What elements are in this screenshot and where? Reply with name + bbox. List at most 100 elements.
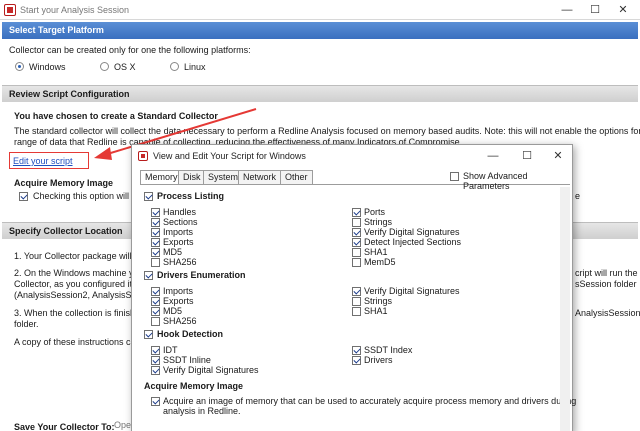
- redline-dialog-icon: [138, 151, 148, 161]
- step1-text: 1. Your Collector package will b: [14, 251, 140, 261]
- cb-driver-md5[interactable]: [151, 307, 160, 316]
- cb-ssdt-inline[interactable]: [151, 356, 160, 365]
- cb-sections-label: Sections: [163, 217, 198, 227]
- cb-detect-injected-label: Detect Injected Sections: [364, 237, 462, 247]
- cb-strings-label: Strings: [364, 217, 393, 227]
- cb-driver-exports-label: Exports: [163, 296, 194, 306]
- cb-driver-exports[interactable]: [151, 297, 160, 306]
- cb-sha1-label: SHA1: [364, 247, 388, 257]
- dialog-titlebar: View and Edit Your Script for Windows — …: [132, 145, 572, 167]
- process-listing-label: Process Listing: [157, 191, 225, 201]
- cb-exports-label: Exports: [163, 237, 194, 247]
- dialog-acquire-memory-text2: analysis in Redline.: [163, 406, 241, 416]
- hook-detection-label: Hook Detection: [157, 329, 224, 339]
- dialog-scrollbar[interactable]: [560, 187, 570, 431]
- cb-verify-signatures[interactable]: [352, 228, 361, 237]
- cb-sections[interactable]: [151, 218, 160, 227]
- cb-ports-label: Ports: [364, 207, 386, 217]
- acquire-memory-text: Checking this option will ac: [33, 191, 142, 201]
- cb-imports-label: Imports: [163, 227, 194, 237]
- close-button[interactable]: ✕: [612, 2, 634, 18]
- instructions-copy-text: A copy of these instructions ca: [14, 337, 136, 347]
- cb-ssdt-index-label: SSDT Index: [364, 345, 413, 355]
- cb-sha256[interactable]: [151, 258, 160, 267]
- cb-memd5[interactable]: [352, 258, 361, 267]
- radio-windows[interactable]: [15, 62, 24, 71]
- cb-driver-sha256-label: SHA256: [163, 316, 197, 326]
- cb-drivers[interactable]: [352, 356, 361, 365]
- cb-driver-sha1-label: SHA1: [364, 306, 388, 316]
- dialog-acquire-memory-title: Acquire Memory Image: [144, 381, 244, 391]
- dialog-minimize-button[interactable]: —: [482, 148, 504, 164]
- dialog-close-button[interactable]: ✕: [547, 148, 569, 164]
- cb-driver-sha256[interactable]: [151, 317, 160, 326]
- cb-handles[interactable]: [151, 208, 160, 217]
- cb-idt-label: IDT: [163, 345, 178, 355]
- tab-disk[interactable]: Disk: [178, 170, 206, 184]
- cb-exports[interactable]: [151, 238, 160, 247]
- cb-md5-label: MD5: [163, 247, 183, 257]
- cb-ports[interactable]: [352, 208, 361, 217]
- cb-driver-sha1[interactable]: [352, 307, 361, 316]
- cb-driver-md5-label: MD5: [163, 306, 183, 316]
- cb-hook-verify-signatures[interactable]: [151, 366, 160, 375]
- cb-verify-signatures-label: Verify Digital Signatures: [364, 227, 460, 237]
- step3-line2: folder.: [14, 319, 39, 329]
- cb-driver-strings-label: Strings: [364, 296, 393, 306]
- radio-linux-label: Linux: [184, 62, 206, 72]
- tab-system[interactable]: System: [203, 170, 244, 184]
- maximize-button[interactable]: ☐: [584, 2, 606, 18]
- dialog-title: View and Edit Your Script for Windows: [153, 151, 306, 161]
- cb-driver-verify-signatures-label: Verify Digital Signatures: [364, 286, 460, 296]
- dialog-acquire-memory-checkbox[interactable]: [151, 397, 160, 406]
- cb-driver-imports-label: Imports: [163, 286, 194, 296]
- cb-imports[interactable]: [151, 228, 160, 237]
- cb-detect-injected[interactable]: [352, 238, 361, 247]
- radio-osx[interactable]: [100, 62, 109, 71]
- cb-driver-imports[interactable]: [151, 287, 160, 296]
- platform-description: Collector can be created only for one th…: [9, 45, 251, 55]
- radio-osx-label: OS X: [114, 62, 136, 72]
- cb-sha1[interactable]: [352, 248, 361, 257]
- step2-line3: (AnalysisSession2, AnalysisSessi: [14, 290, 148, 300]
- dialog-maximize-button[interactable]: ☐: [516, 148, 538, 164]
- acquire-memory-title: Acquire Memory Image: [14, 178, 114, 188]
- cb-memd5-label: MemD5: [364, 257, 396, 267]
- cb-md5[interactable]: [151, 248, 160, 257]
- tab-network[interactable]: Network: [238, 170, 282, 184]
- acquire-memory-text-tail: e: [575, 191, 581, 201]
- tab-other[interactable]: Other: [280, 170, 313, 184]
- cb-strings[interactable]: [352, 218, 361, 227]
- step2-right2: sSession folder: [575, 279, 637, 289]
- step2-line1: 2. On the Windows machine yo: [14, 268, 139, 278]
- acquire-memory-checkbox[interactable]: [19, 192, 28, 201]
- process-listing-checkbox[interactable]: [144, 192, 153, 201]
- cb-ssdt-index[interactable]: [352, 346, 361, 355]
- show-advanced-label: Show Advanced Parameters: [463, 171, 528, 191]
- step2-line2: Collector, as you configured it: [14, 279, 133, 289]
- show-advanced-checkbox[interactable]: [450, 172, 459, 181]
- minimize-button[interactable]: —: [556, 2, 578, 18]
- step3-right: AnalysisSession: [575, 308, 640, 318]
- tab-memory[interactable]: Memory: [140, 170, 183, 185]
- radio-windows-label: Windows: [29, 62, 66, 72]
- hook-detection-checkbox[interactable]: [144, 330, 153, 339]
- cb-handles-label: Handles: [163, 207, 197, 217]
- cb-idt[interactable]: [151, 346, 160, 355]
- section-header-review-script: Review Script Configuration: [2, 85, 638, 102]
- main-titlebar: Start your Analysis Session — ☐ ✕: [0, 0, 640, 20]
- cb-driver-strings[interactable]: [352, 297, 361, 306]
- cb-drivers-label: Drivers: [364, 355, 393, 365]
- drivers-enumeration-checkbox[interactable]: [144, 271, 153, 280]
- step3-line1: 3. When the collection is finishe: [14, 308, 141, 318]
- cb-ssdt-inline-label: SSDT Inline: [163, 355, 211, 365]
- window-title: Start your Analysis Session: [20, 5, 130, 15]
- cb-sha256-label: SHA256: [163, 257, 197, 267]
- step2-right1: cript will run the: [575, 268, 638, 278]
- radio-linux[interactable]: [170, 62, 179, 71]
- save-collector-label: Save Your Collector To:: [14, 422, 115, 431]
- dialog-acquire-memory-text1: Acquire an image of memory that can be u…: [163, 396, 577, 406]
- cb-driver-verify-signatures[interactable]: [352, 287, 361, 296]
- cb-hook-verify-signatures-label: Verify Digital Signatures: [163, 365, 259, 375]
- edit-script-link[interactable]: Edit your script: [13, 156, 73, 166]
